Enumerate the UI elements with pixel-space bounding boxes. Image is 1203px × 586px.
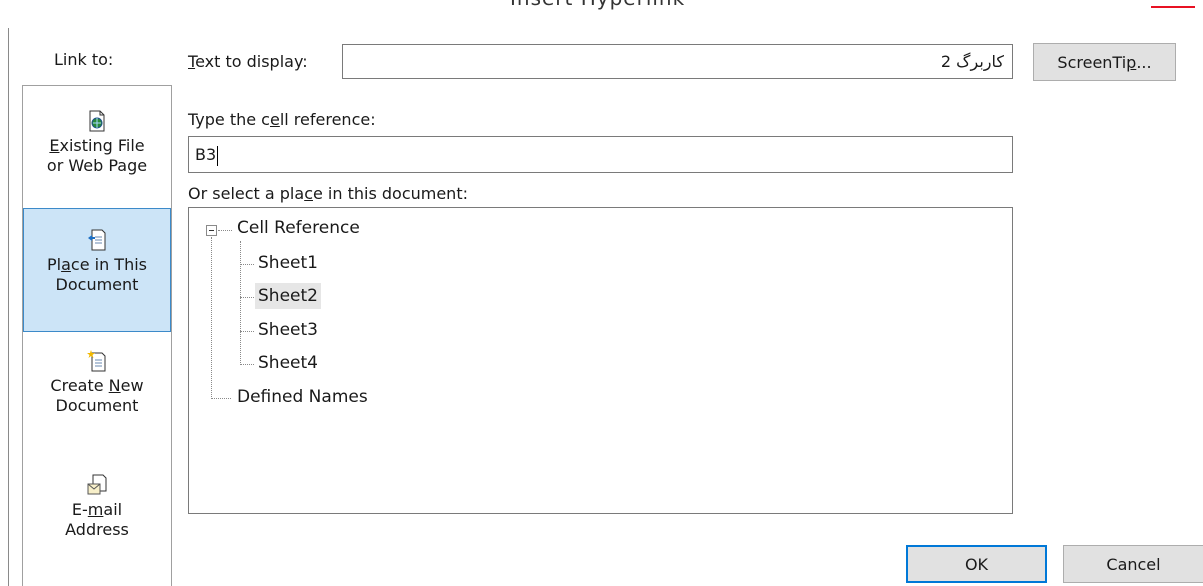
tree-connector: [211, 398, 231, 399]
tree-item-defined-names[interactable]: Defined Names: [234, 384, 371, 410]
tree-connector: [240, 264, 254, 265]
tree-item-sheet3[interactable]: Sheet3: [255, 317, 321, 343]
cell-reference-label: Type the cell reference:: [188, 110, 376, 129]
tree-item-sheet1[interactable]: Sheet1: [255, 250, 321, 276]
link-to-nav: Existing File or Web Page Place in This …: [22, 85, 172, 586]
title-bar: Insert Hyperlink: [0, 0, 1203, 10]
tree-item-cell-reference[interactable]: Cell Reference: [234, 215, 363, 241]
email-address-icon: [87, 474, 107, 496]
cell-reference-value: B3: [195, 145, 217, 164]
collapse-expander-icon[interactable]: [206, 225, 217, 236]
nav-item-create-new-document[interactable]: Create New Document: [23, 340, 171, 450]
tree-connector: [240, 364, 254, 365]
nav-item-existing-file[interactable]: Existing File or Web Page: [23, 100, 171, 200]
tree-connector: [240, 297, 254, 298]
ok-button[interactable]: OK: [906, 545, 1047, 583]
insert-hyperlink-dialog: Insert Hyperlink Link to: Existing File …: [0, 0, 1203, 586]
tree-connector: [211, 237, 212, 399]
nav-label-line2: Address: [65, 520, 129, 539]
tree-connector: [218, 230, 232, 231]
existing-file-icon: [87, 110, 107, 132]
nav-item-place-in-document[interactable]: Place in This Document: [23, 208, 171, 332]
nav-label-line1: Existing File: [49, 136, 145, 155]
nav-item-email-address[interactable]: E-mail Address: [23, 464, 171, 574]
place-in-document-icon: [87, 229, 107, 251]
nav-label-line1: Create New: [50, 376, 144, 395]
tree-item-sheet4[interactable]: Sheet4: [255, 350, 321, 376]
cell-reference-input[interactable]: B3: [188, 136, 1013, 173]
dialog-left-border: [8, 28, 9, 586]
text-to-display-label: Text to display:: [188, 52, 308, 71]
cancel-button[interactable]: Cancel: [1063, 545, 1203, 583]
tree-item-sheet2[interactable]: Sheet2: [255, 283, 321, 309]
text-to-display-input[interactable]: کاربرگ 2: [342, 44, 1013, 79]
link-to-label: Link to:: [54, 50, 114, 69]
dialog-title: Insert Hyperlink: [510, 0, 685, 10]
nav-label-line2: or Web Page: [46, 156, 148, 175]
tree-connector: [240, 241, 241, 365]
screentip-button[interactable]: ScreenTi p...: [1033, 43, 1176, 81]
tree-connector: [240, 331, 254, 332]
nav-label-line2: Document: [55, 396, 139, 415]
nav-label-line1: Place in This: [47, 255, 147, 274]
nav-label-line1: E-mail: [71, 500, 123, 519]
text-caret: [217, 145, 219, 166]
create-new-document-icon: [87, 350, 107, 372]
close-button[interactable]: [1151, 6, 1195, 8]
nav-label-line2: Document: [55, 275, 139, 294]
place-in-document-label: Or select a place in this document:: [188, 184, 468, 203]
